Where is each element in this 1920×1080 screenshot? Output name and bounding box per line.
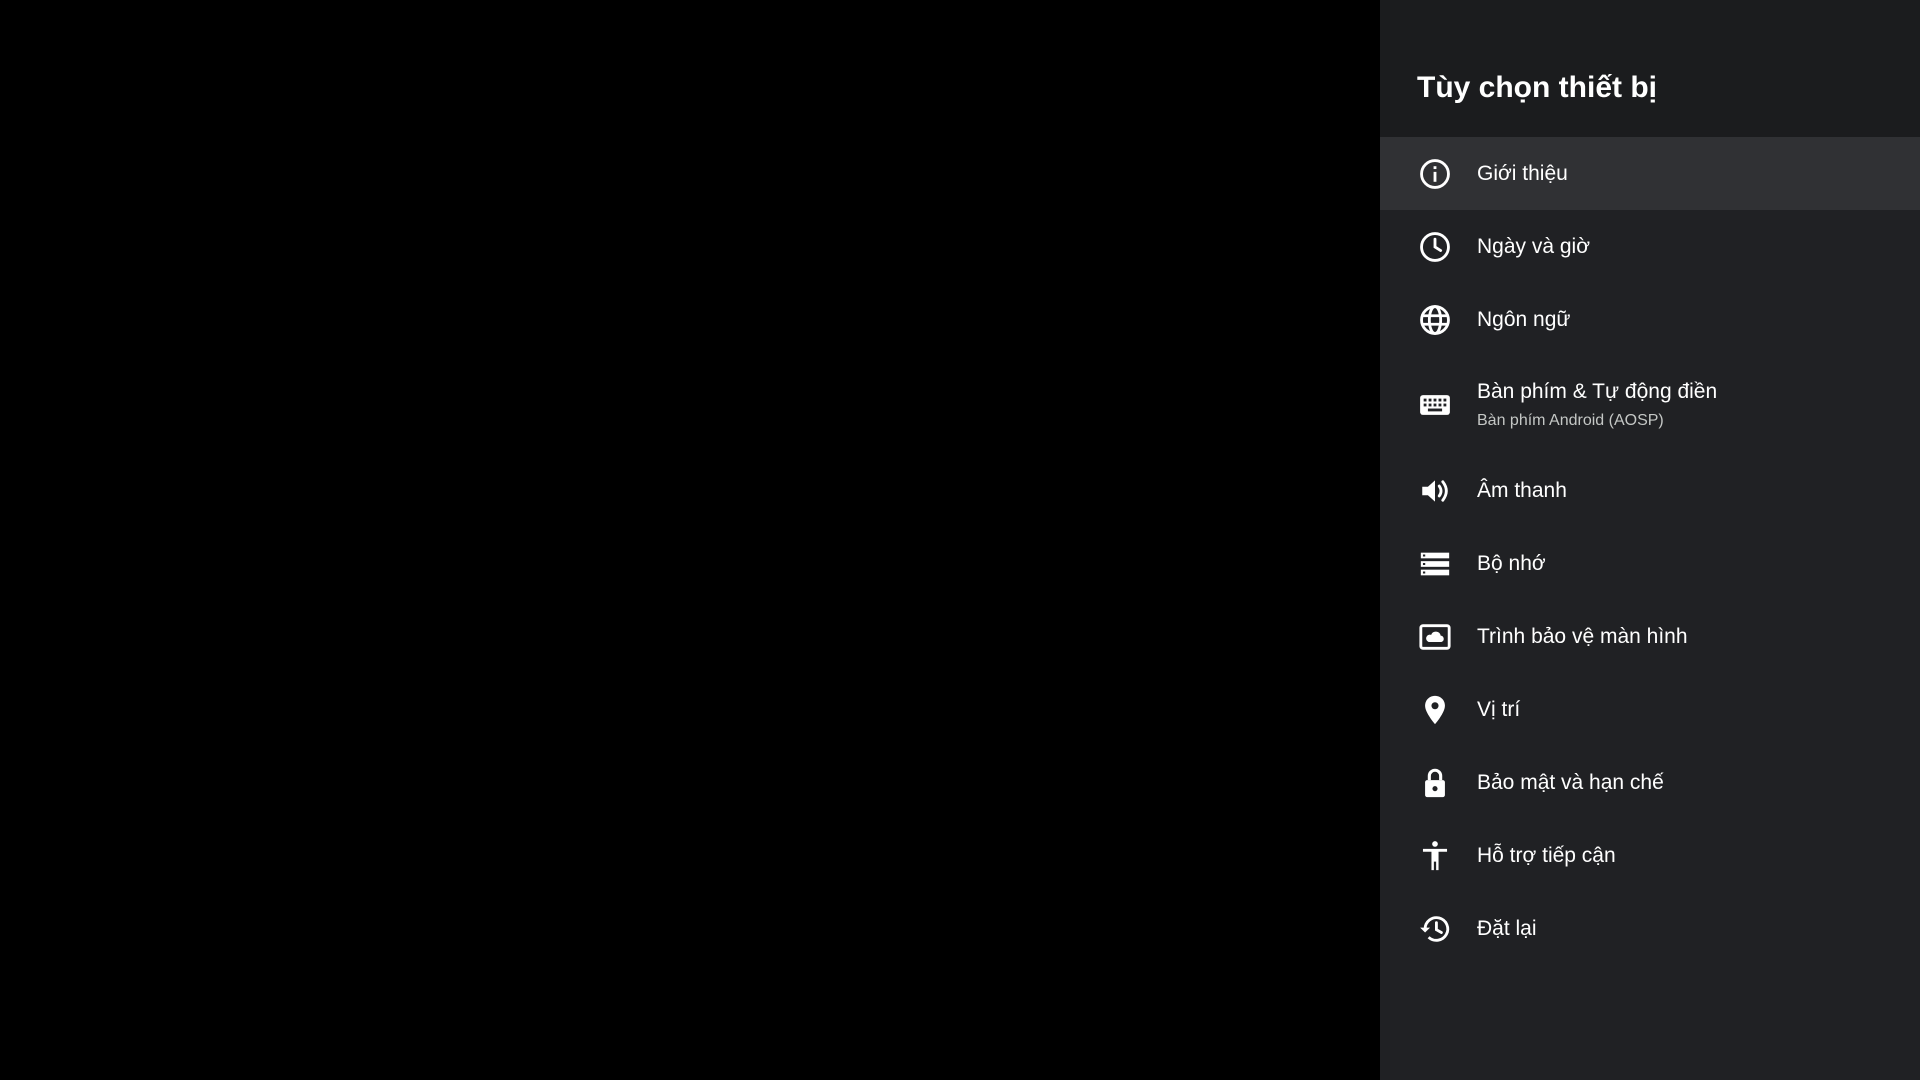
menu-item-label: Giới thiệu: [1477, 161, 1568, 185]
menu-item-label: Bàn phím & Tự động điền: [1477, 380, 1718, 403]
volume-icon: [1417, 473, 1453, 509]
menu-item-label: Hỗ trợ tiếp cận: [1477, 843, 1616, 867]
background-area: [0, 0, 1380, 1080]
menu-item-security[interactable]: Bảo mật và hạn chế: [1380, 746, 1920, 819]
menu-item-label: Đặt lại: [1477, 916, 1537, 940]
menu-item-location[interactable]: Vị trí: [1380, 673, 1920, 746]
menu-item-label: Bộ nhớ: [1477, 551, 1546, 575]
keyboard-icon: [1417, 387, 1453, 423]
menu-item-keyboard[interactable]: Bàn phím & Tự động điền Bàn phím Android…: [1380, 356, 1920, 454]
menu-item-date-time[interactable]: Ngày và giờ: [1380, 210, 1920, 283]
menu-item-storage[interactable]: Bộ nhớ: [1380, 527, 1920, 600]
screensaver-icon: [1417, 619, 1453, 655]
location-pin-icon: [1417, 692, 1453, 728]
menu-item-label: Ngày và giờ: [1477, 234, 1590, 258]
menu-item-reset[interactable]: Đặt lại: [1380, 892, 1920, 965]
clock-icon: [1417, 229, 1453, 265]
device-options-panel: Tùy chọn thiết bị Giới thiệu Ngày và giờ: [1380, 0, 1920, 1080]
menu-item-label: Trình bảo vệ màn hình: [1477, 624, 1688, 648]
accessibility-icon: [1417, 838, 1453, 874]
globe-icon: [1417, 302, 1453, 338]
page-title: Tùy chọn thiết bị: [1417, 71, 1657, 104]
menu-item-label: Ngôn ngữ: [1477, 307, 1571, 331]
menu-item-label: Âm thanh: [1477, 478, 1567, 502]
settings-menu: Giới thiệu Ngày và giờ Ngôn ngữ Bàn phím…: [1380, 137, 1920, 965]
info-icon: [1417, 156, 1453, 192]
menu-item-sound[interactable]: Âm thanh: [1380, 454, 1920, 527]
menu-item-accessibility[interactable]: Hỗ trợ tiếp cận: [1380, 819, 1920, 892]
menu-item-about[interactable]: Giới thiệu: [1380, 137, 1920, 210]
storage-icon: [1417, 546, 1453, 582]
menu-item-label: Bảo mật và hạn chế: [1477, 770, 1664, 794]
menu-item-language[interactable]: Ngôn ngữ: [1380, 283, 1920, 356]
panel-header: Tùy chọn thiết bị: [1380, 0, 1920, 137]
restore-icon: [1417, 911, 1453, 947]
menu-item-label: Vị trí: [1477, 697, 1521, 721]
menu-item-subtitle: Bàn phím Android (AOSP): [1477, 412, 1664, 429]
menu-item-screensaver[interactable]: Trình bảo vệ màn hình: [1380, 600, 1920, 673]
lock-icon: [1417, 765, 1453, 801]
